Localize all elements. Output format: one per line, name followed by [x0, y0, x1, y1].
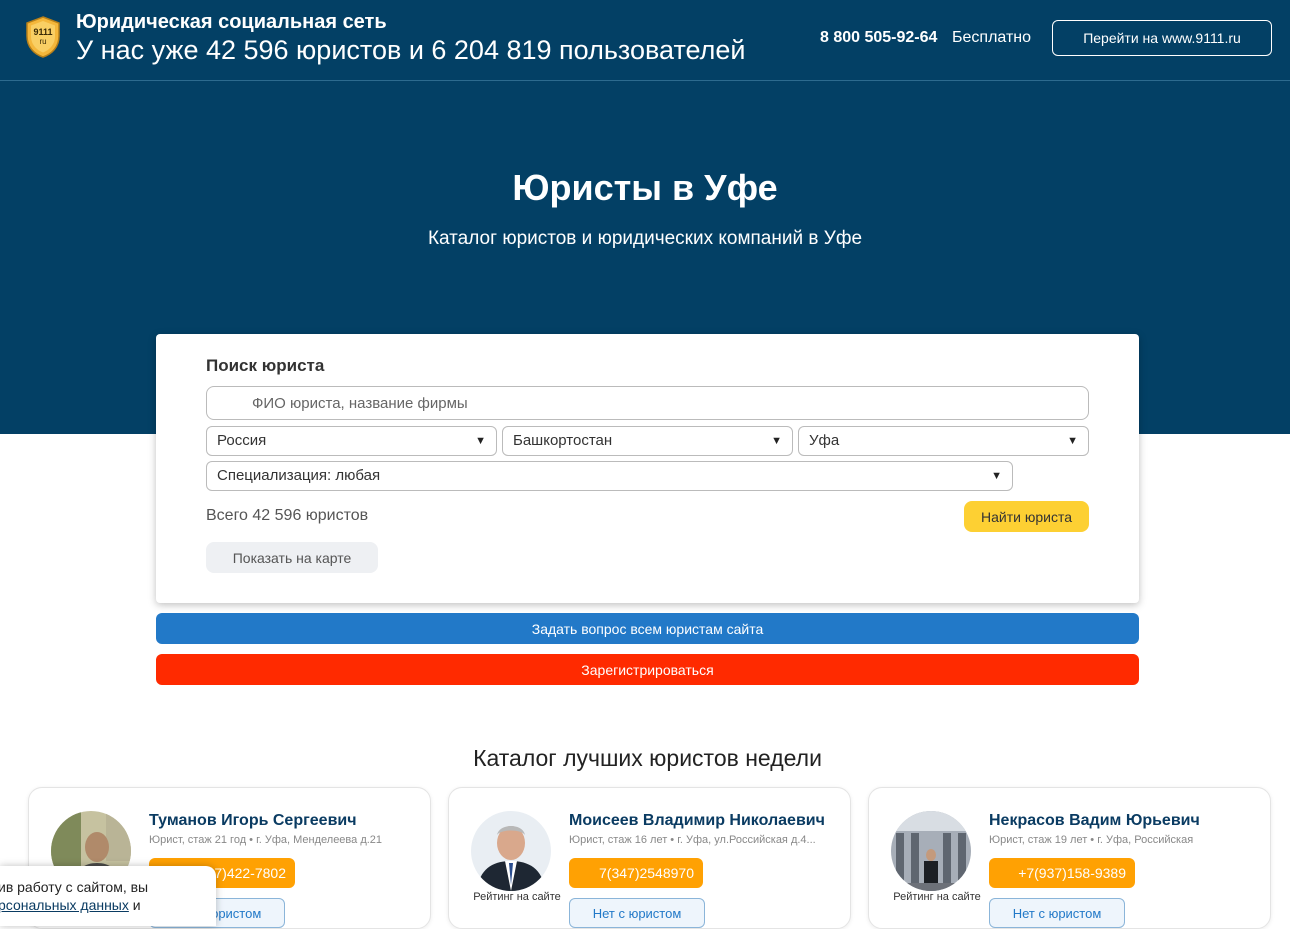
show-on-map-button[interactable]: Показать на карте — [206, 542, 378, 573]
chevron-down-icon: ▼ — [1067, 435, 1078, 447]
logo-text-top: 9111 — [33, 27, 52, 37]
brand-subtitle: У нас уже 42 596 юристов и 6 204 819 пол… — [76, 35, 746, 65]
region-select[interactable]: Башкортостан ▼ — [502, 426, 793, 456]
goto-site-button[interactable]: Перейти на www.9111.ru — [1052, 20, 1272, 56]
lawyer-name[interactable]: Туманов Игорь Сергеевич — [149, 812, 357, 830]
lawyer-contact-button[interactable]: Нет с юристом — [989, 898, 1125, 928]
header-phone[interactable]: 8 800 505-92-64 — [820, 29, 937, 47]
region-select-value: Башкортостан — [513, 432, 613, 449]
catalog-title: Каталог лучших юристов недели — [473, 745, 822, 771]
specialization-select-value: Специализация: любая — [217, 467, 381, 484]
brand-title: Юридическая социальная сеть — [76, 11, 387, 33]
lawyer-phone-button[interactable]: +7(937)158-9389 — [989, 858, 1135, 888]
rating-label: Рейтинг на сайте — [473, 891, 561, 903]
top-header: 9111 ru Юридическая социальная сеть У на… — [0, 0, 1290, 81]
personal-data-link[interactable]: рсональных данных — [0, 897, 129, 913]
chevron-down-icon: ▼ — [475, 435, 486, 447]
find-lawyer-button[interactable]: Найти юриста — [964, 501, 1089, 532]
cookie-text-tail: и — [128, 897, 141, 913]
lawyer-name[interactable]: Некрасов Вадим Юрьевич — [989, 812, 1200, 830]
page-title: Юристы в Уфе — [512, 167, 778, 208]
search-input[interactable] — [206, 386, 1089, 420]
lawyer-meta: Юрист, стаж 21 год • г. Уфа, Менделеева … — [149, 834, 383, 846]
specialization-select[interactable]: Специализация: любая ▼ — [206, 461, 1013, 491]
logo-text-bottom: ru — [39, 37, 46, 46]
lawyer-card[interactable]: Рейтинг на сайте Моисеев Владимир Никола… — [448, 787, 851, 929]
city-select[interactable]: Уфа ▼ — [798, 426, 1089, 456]
country-select[interactable]: Россия ▼ — [206, 426, 497, 456]
search-panel: Поиск юриста Россия ▼ Башкортостан ▼ Уфа… — [156, 334, 1139, 603]
rating-label: Рейтинг на сайте — [893, 891, 981, 903]
lawyer-meta: Юрист, стаж 16 лет • г. Уфа, ул.Российск… — [569, 834, 816, 846]
lawyers-total: Всего 42 596 юристов — [206, 507, 369, 524]
ask-question-button[interactable]: Задать вопрос всем юристам сайта — [156, 613, 1139, 644]
lawyer-card[interactable]: Рейтинг на сайте Некрасов Вадим Юрьевич … — [868, 787, 1271, 929]
search-title: Поиск юриста — [206, 356, 325, 375]
lawyer-meta: Юрист, стаж 19 лет • г. Уфа, Российская — [989, 834, 1194, 846]
lawyer-name[interactable]: Моисеев Владимир Николаевич — [569, 812, 825, 830]
chevron-down-icon: ▼ — [991, 470, 1002, 482]
lawyer-avatar[interactable] — [891, 811, 971, 891]
chevron-down-icon: ▼ — [771, 435, 782, 447]
lawyer-avatar[interactable] — [471, 811, 551, 891]
page-subtitle: Каталог юристов и юридических компаний в… — [427, 228, 863, 249]
header-phone-note: Бесплатно — [952, 29, 1032, 46]
cookie-notice: ив работу с сайтом, вы рсональных данных… — [0, 866, 216, 926]
country-select-value: Россия — [217, 432, 267, 449]
city-select-value: Уфа — [809, 432, 840, 449]
lawyer-contact-button[interactable]: Нет с юристом — [569, 898, 705, 928]
lawyer-phone-button[interactable]: 7(347)2548970 — [569, 858, 703, 888]
register-button[interactable]: Зарегистрироваться — [156, 654, 1139, 685]
cookie-text: ив работу с сайтом, вы — [0, 879, 149, 895]
shield-logo-icon[interactable]: 9111 ru — [26, 16, 60, 58]
